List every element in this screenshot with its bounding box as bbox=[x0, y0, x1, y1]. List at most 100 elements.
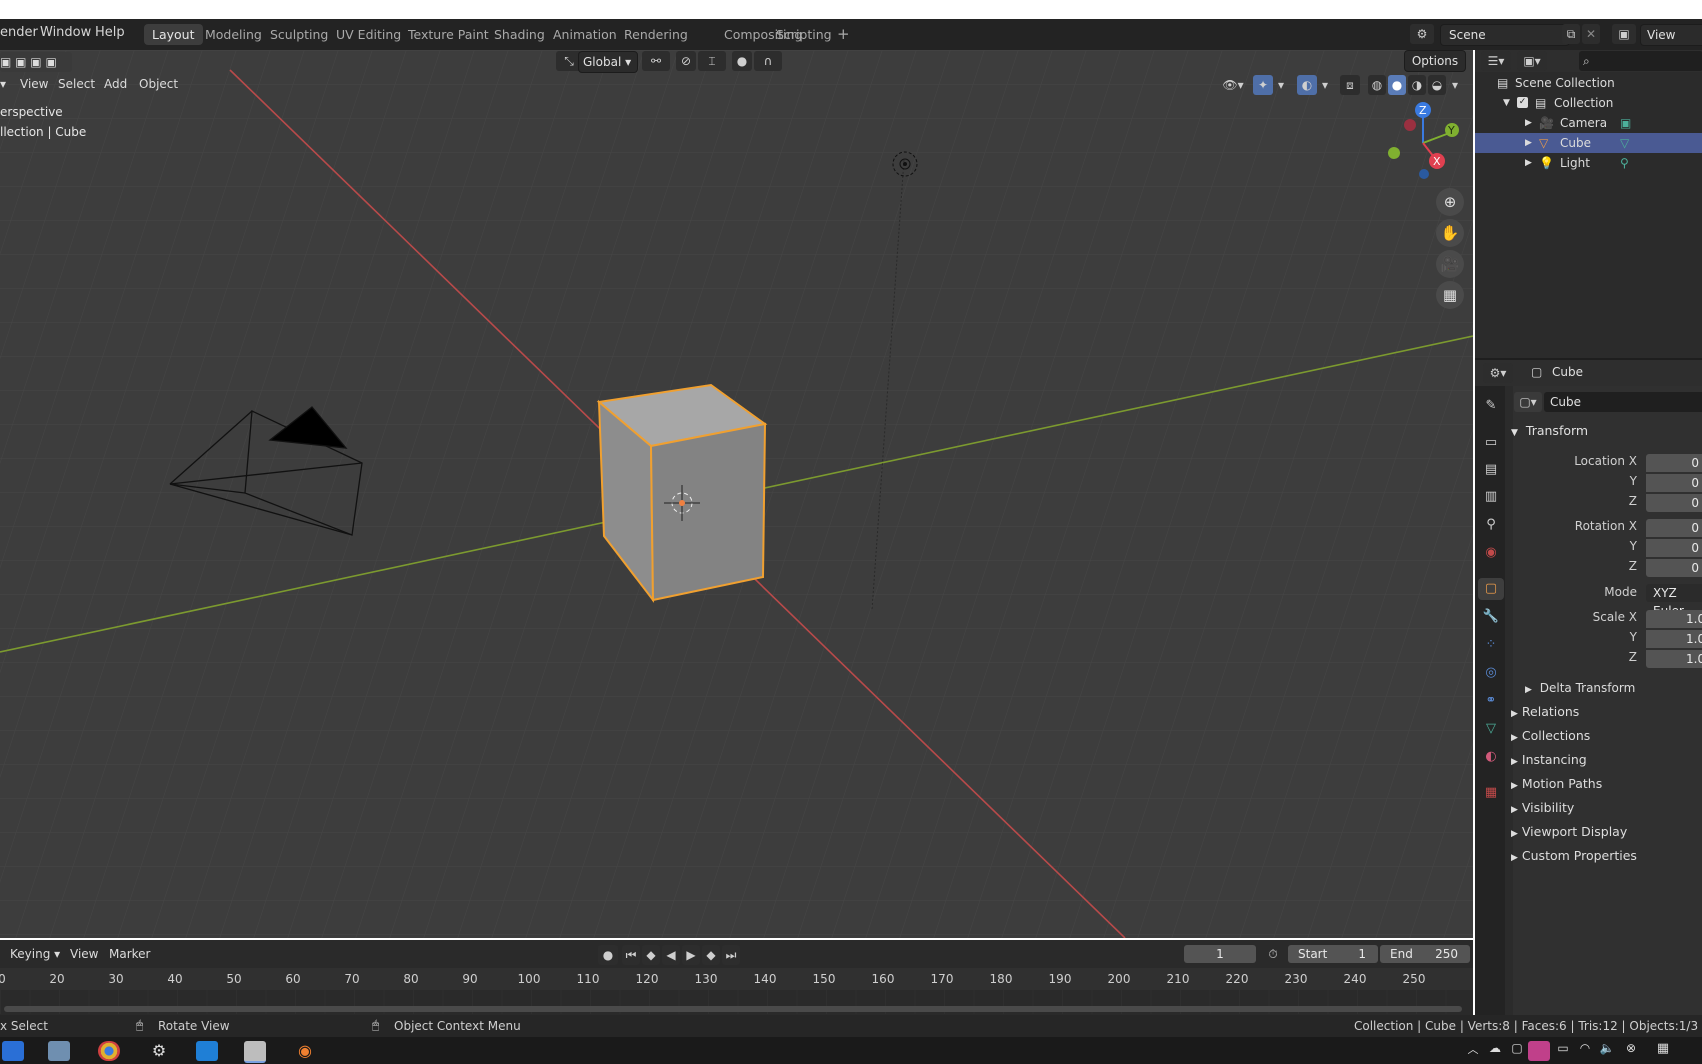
scene-icon[interactable]: ⚙ bbox=[1410, 24, 1434, 44]
rotation-x-field[interactable]: 0 bbox=[1646, 519, 1702, 537]
app-tray-icon[interactable] bbox=[1528, 1041, 1550, 1061]
zoom-icon[interactable]: ⊕ bbox=[1436, 188, 1464, 216]
material-tab-icon[interactable]: ◐ bbox=[1478, 746, 1504, 768]
calendar-icon[interactable]: ▦ bbox=[1652, 1041, 1674, 1061]
menu-window[interactable]: Window bbox=[40, 25, 91, 40]
timeline-scrollbar[interactable] bbox=[4, 1006, 1462, 1012]
outliner-collection[interactable]: ▼ ✓ ▤ Collection bbox=[1475, 93, 1702, 113]
proportional-edit-icon[interactable]: ● bbox=[732, 51, 752, 71]
tray-up-arrow-icon[interactable]: ︿ bbox=[1462, 1041, 1484, 1061]
object-menu[interactable]: Object bbox=[139, 77, 178, 91]
tab-uv-editing[interactable]: UV Editing bbox=[328, 24, 409, 45]
location-z-field[interactable]: 0 bbox=[1646, 494, 1702, 512]
tab-rendering[interactable]: Rendering bbox=[616, 24, 696, 45]
motion-paths-panel[interactable]: ▶ Motion Paths bbox=[1511, 776, 1602, 791]
rotation-mode-dropdown[interactable]: XYZ Euler bbox=[1646, 584, 1702, 618]
jump-end-icon[interactable]: ⏭ bbox=[722, 945, 740, 965]
prev-keyframe-icon[interactable]: ◆ bbox=[642, 945, 660, 965]
properties-editor-icon[interactable]: ⚙▾ bbox=[1483, 363, 1513, 383]
constraints-tab-icon[interactable]: ⚭ bbox=[1478, 690, 1504, 712]
window-tray-icon[interactable]: ▢ bbox=[1506, 1041, 1528, 1061]
material-shading-icon[interactable]: ◑ bbox=[1408, 75, 1426, 95]
select-box-mode-icons[interactable]: ▣ ▣ ▣ ▣ bbox=[0, 52, 72, 72]
solid-shading-icon[interactable]: ● bbox=[1388, 75, 1406, 95]
collections-panel[interactable]: ▶ Collections bbox=[1511, 728, 1590, 743]
outliner-item-light[interactable]: ▶ 💡 Light ⚲ bbox=[1475, 153, 1702, 173]
marker-menu[interactable]: Marker bbox=[109, 947, 150, 961]
rotation-z-field[interactable]: 0 bbox=[1646, 559, 1702, 577]
wifi-icon[interactable]: ◠ bbox=[1574, 1041, 1596, 1061]
data-tab-icon[interactable]: ▽ bbox=[1478, 718, 1504, 740]
start-menu-icon[interactable] bbox=[2, 1041, 24, 1061]
expand-arrow-icon[interactable]: ▶ bbox=[1525, 153, 1532, 173]
location-y-field[interactable]: 0 bbox=[1646, 474, 1702, 492]
view-layer-tab-icon[interactable]: ▥ bbox=[1478, 486, 1504, 508]
display-mode-icon[interactable]: ▣▾ bbox=[1517, 51, 1547, 71]
jump-start-icon[interactable]: ⏮ bbox=[622, 945, 640, 965]
modifier-tab-icon[interactable]: 🔧 bbox=[1478, 606, 1504, 628]
object-type-icon[interactable]: ▢▾ bbox=[1514, 392, 1542, 412]
play-icon[interactable]: ▶ bbox=[682, 945, 700, 965]
options-dropdown[interactable]: Options bbox=[1404, 50, 1466, 72]
falloff-icon[interactable]: ∩ bbox=[754, 51, 782, 71]
pivot-point-icon[interactable]: ⚯ bbox=[642, 51, 670, 71]
rendered-shading-icon[interactable]: ◒ bbox=[1428, 75, 1446, 95]
output-tab-icon[interactable]: ▤ bbox=[1478, 459, 1504, 481]
snap-icon[interactable]: ⊘ bbox=[676, 51, 696, 71]
view-layer-selector[interactable]: View Layer bbox=[1640, 24, 1702, 62]
outliner-scene-collection[interactable]: ▤ Scene Collection bbox=[1475, 73, 1702, 93]
pan-hand-icon[interactable]: ✋ bbox=[1436, 219, 1464, 247]
xray-icon[interactable]: ⧈ bbox=[1340, 75, 1360, 95]
expand-arrow-icon[interactable]: ▶ bbox=[1525, 113, 1532, 133]
physics-tab-icon[interactable]: ◎ bbox=[1478, 662, 1504, 684]
terminal-icon[interactable] bbox=[244, 1041, 266, 1063]
tab-shading[interactable]: Shading bbox=[486, 24, 553, 45]
chrome-icon[interactable] bbox=[98, 1041, 120, 1061]
object-name-field[interactable]: Cube bbox=[1544, 392, 1702, 412]
add-menu[interactable]: Add bbox=[104, 77, 127, 91]
wireframe-shading-icon[interactable]: ◍ bbox=[1368, 75, 1386, 95]
view-menu[interactable]: View bbox=[20, 77, 48, 91]
transform-orientation-dropdown[interactable]: Global ▾ bbox=[578, 51, 638, 73]
editor-type-icon[interactable]: ▾ bbox=[0, 77, 6, 91]
outliner-editor-icon[interactable]: ☰▾ bbox=[1481, 51, 1511, 71]
end-frame-field[interactable]: End 250 bbox=[1380, 945, 1470, 963]
instancing-panel[interactable]: ▶ Instancing bbox=[1511, 752, 1587, 767]
shading-dropdown-icon[interactable]: ▾ bbox=[1448, 75, 1462, 95]
play-reverse-icon[interactable]: ◀ bbox=[662, 945, 680, 965]
tab-animation[interactable]: Animation bbox=[545, 24, 625, 45]
texture-tab-icon[interactable]: ▦ bbox=[1478, 782, 1504, 804]
scale-x-field[interactable]: 1.0 bbox=[1646, 610, 1702, 628]
custom-properties-panel[interactable]: ▶ Custom Properties bbox=[1511, 848, 1637, 863]
collapse-arrow-icon[interactable]: ▼ bbox=[1503, 93, 1510, 113]
record-icon[interactable]: ● bbox=[598, 945, 618, 965]
viewport-display-panel[interactable]: ▶ Viewport Display bbox=[1511, 824, 1627, 839]
gizmo-toggle-icon[interactable]: ✦ bbox=[1253, 75, 1273, 95]
battery-icon[interactable]: ▭ bbox=[1552, 1041, 1574, 1061]
current-frame-field[interactable]: 1 bbox=[1184, 945, 1256, 963]
tool-tab-icon[interactable]: ✎ bbox=[1478, 395, 1504, 417]
timeline-view-menu[interactable]: View bbox=[70, 947, 98, 961]
collection-checkbox[interactable]: ✓ bbox=[1517, 97, 1528, 108]
view-layer-icon[interactable]: ▣ bbox=[1612, 24, 1636, 44]
transform-panel-header[interactable]: ▼ Transform bbox=[1511, 423, 1588, 438]
select-menu[interactable]: Select bbox=[58, 77, 95, 91]
particles-tab-icon[interactable]: ⁘ bbox=[1478, 634, 1504, 656]
start-frame-field[interactable]: Start 1 bbox=[1288, 945, 1378, 963]
notification-close-icon[interactable]: ⊗ bbox=[1620, 1041, 1642, 1061]
render-tab-icon[interactable]: ▭ bbox=[1478, 432, 1504, 454]
scene-tab-icon[interactable]: ⚲ bbox=[1478, 514, 1504, 536]
snap-target-icon[interactable]: ⌶ bbox=[698, 51, 726, 71]
rotation-y-field[interactable]: 0 bbox=[1646, 539, 1702, 557]
overlay-dropdown-icon[interactable]: ▾ bbox=[1318, 75, 1332, 95]
visibility-icon[interactable]: 👁▾ bbox=[1218, 75, 1248, 95]
volume-icon[interactable]: 🔈 bbox=[1596, 1041, 1618, 1061]
outliner-item-camera[interactable]: ▶ 🎥 Camera ▣ bbox=[1475, 113, 1702, 133]
stopwatch-icon[interactable]: ⏱ bbox=[1262, 944, 1284, 964]
timeline-ruler[interactable]: 0 20 30 40 50 60 70 80 90 100 110 120 13… bbox=[0, 968, 1473, 990]
close-scene-icon[interactable]: ✕ bbox=[1582, 24, 1600, 44]
tab-texture-paint[interactable]: Texture Paint bbox=[400, 24, 497, 45]
overlay-toggle-icon[interactable]: ◐ bbox=[1297, 75, 1317, 95]
relations-panel[interactable]: ▶ Relations bbox=[1511, 704, 1579, 719]
3d-viewport[interactable]: Z Y X ▣ ▣ ▣ ▣ ⤡ Global ▾ ⚯ ⊘ ⌶ ● ∩ Optio… bbox=[0, 50, 1473, 938]
